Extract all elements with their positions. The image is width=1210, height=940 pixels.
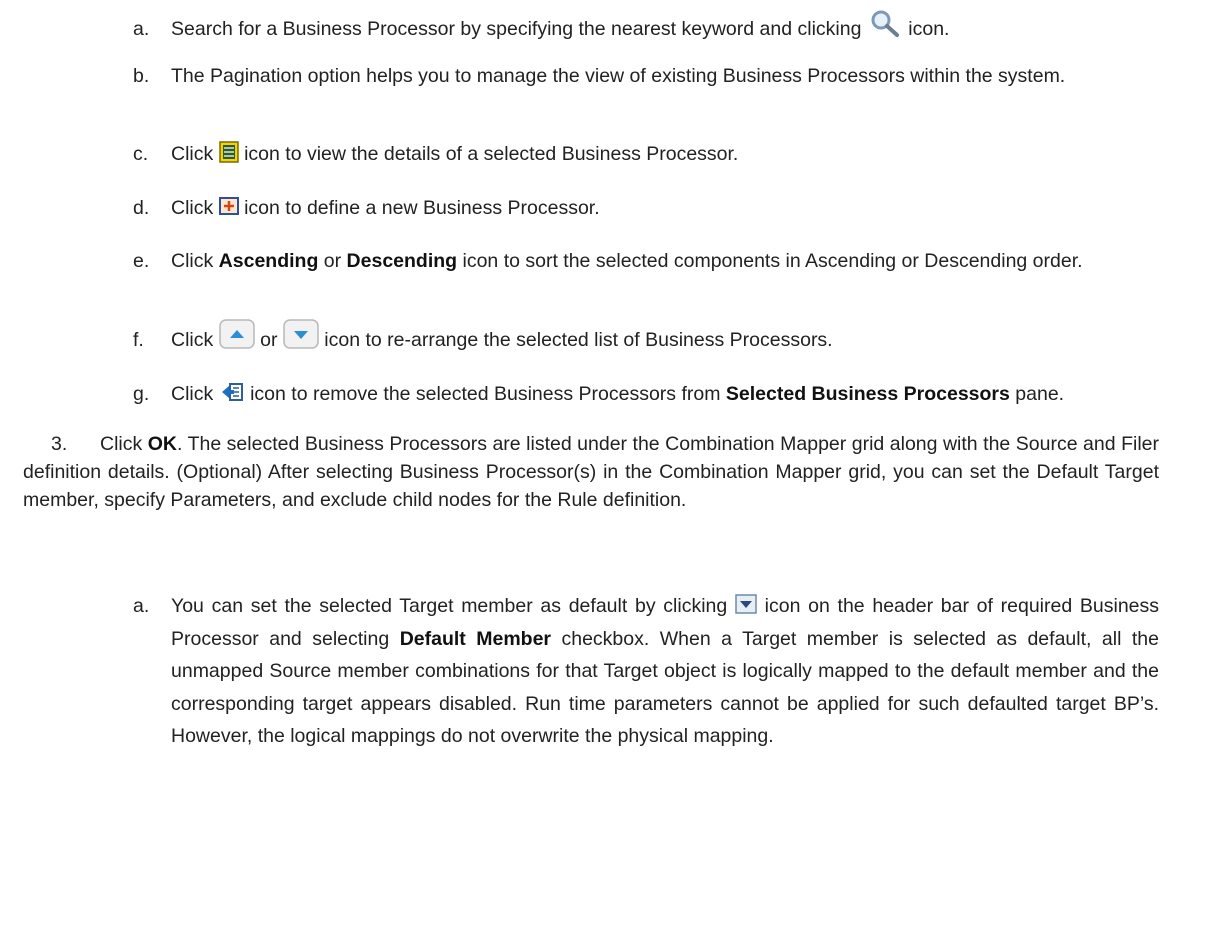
remove-icon [221,382,243,401]
view-details-icon [218,141,239,163]
list-marker: e. [133,250,150,272]
list-marker: c. [133,143,149,165]
list-text: Click or icon to re-arrange the selected… [171,319,833,357]
move-down-icon [283,319,319,349]
move-up-icon [218,319,255,349]
list-text: Click icon to define a new Business Proc… [171,196,600,219]
list-marker: a. [133,595,150,617]
list-marker: g. [133,383,150,405]
list-marker: f. [133,329,144,351]
list-text: You can set the selected Target member a… [171,594,1160,747]
list-marker: b. [133,65,150,87]
list-marker: a. [133,18,150,40]
list-text: Search for a Business Processor by speci… [171,10,949,46]
list-marker: d. [133,197,150,219]
dropdown-icon [735,594,757,614]
list-text: Click icon to view the details of a sele… [171,137,738,171]
add-icon [218,196,239,215]
list-text: Click icon to remove the selected Busine… [171,382,1065,405]
list-text: The Pagination option helps you to manag… [171,65,1066,87]
list-text: Click Ascending or Descending icon to so… [171,250,1083,272]
step-text: Click OK. The selected Business Processo… [23,433,1159,511]
search-icon [871,10,899,37]
